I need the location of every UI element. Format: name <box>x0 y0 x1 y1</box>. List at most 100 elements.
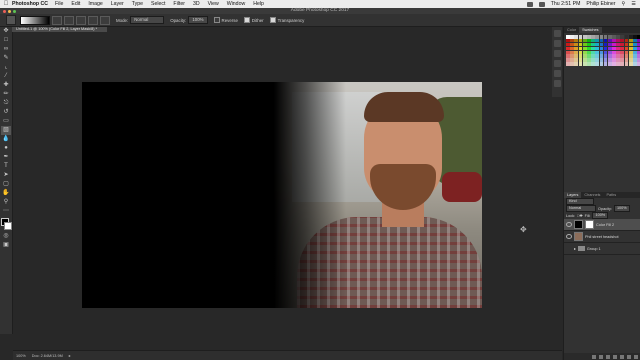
doc-size-info[interactable]: Doc: 2.64M/13.9M <box>32 354 63 358</box>
list-icon[interactable]: ☰ <box>631 1 636 7</box>
brush-tool-icon[interactable]: ✏ <box>1 90 11 99</box>
menu-help[interactable]: Help <box>253 1 264 7</box>
transparency-checkbox[interactable] <box>269 17 276 23</box>
adjustment-layer-icon[interactable] <box>613 354 617 359</box>
new-layer-icon[interactable] <box>627 354 631 359</box>
menubar-user[interactable]: Philip Ebiner <box>586 1 615 7</box>
fx-icon[interactable] <box>599 354 603 359</box>
disclosure-arrow-icon[interactable]: ▸ <box>574 246 576 251</box>
reflected-gradient-button[interactable] <box>88 15 98 25</box>
minimize-window-icon[interactable] <box>8 9 11 13</box>
stamp-tool-icon[interactable]: ⎋ <box>1 99 11 108</box>
menu-view[interactable]: View <box>208 1 219 7</box>
radial-gradient-button[interactable] <box>64 15 74 25</box>
hand-tool-icon[interactable]: ✋ <box>1 189 11 198</box>
more-tools-icon[interactable]: ⋯ <box>1 207 11 216</box>
marquee-tool-icon[interactable]: □ <box>1 36 11 45</box>
angle-gradient-button[interactable] <box>76 15 86 25</box>
swatches-grid[interactable] <box>566 35 640 66</box>
quick-select-tool-icon[interactable]: ✎ <box>1 54 11 63</box>
apple-icon[interactable]:  <box>0 1 12 7</box>
menu-window[interactable]: Window <box>227 1 245 7</box>
crop-tool-icon[interactable]: ⌞ <box>1 63 11 72</box>
lock-icon[interactable]: □✚ <box>577 213 582 218</box>
close-window-icon[interactable] <box>3 9 6 13</box>
menu-filter[interactable]: Filter <box>173 1 185 7</box>
status-arrow-icon[interactable]: ▸ <box>69 353 71 358</box>
rectangle-tool-icon[interactable]: ▢ <box>1 180 11 189</box>
eraser-tool-icon[interactable]: ▭ <box>1 117 11 126</box>
brushes-panel-icon[interactable] <box>553 50 561 57</box>
visibility-eye-icon[interactable] <box>566 222 572 227</box>
menu-layer[interactable]: Layer <box>111 1 124 7</box>
zoom-level[interactable]: 100% <box>16 354 26 358</box>
layer-opacity-field[interactable]: 100% <box>613 205 630 212</box>
layer-row-group[interactable]: ▸ Group 1 <box>564 243 640 255</box>
menu-3d[interactable]: 3D <box>193 1 200 7</box>
gradient-tool-icon[interactable] <box>6 15 16 25</box>
wifi-icon[interactable] <box>526 1 533 7</box>
properties-panel-icon[interactable] <box>553 40 561 47</box>
visibility-eye-icon[interactable] <box>566 234 572 239</box>
trash-icon[interactable] <box>634 354 638 359</box>
layer-row-photo[interactable]: Phil street headshot <box>564 231 640 243</box>
dither-checkbox[interactable] <box>243 17 250 23</box>
new-group-icon[interactable] <box>620 354 624 359</box>
layer-mask-thumbnail[interactable] <box>585 220 594 229</box>
gradient-tool-icon[interactable]: ▧ <box>1 126 11 135</box>
tab-swatches[interactable]: Swatches <box>579 27 602 33</box>
move-tool-icon[interactable]: ✥ <box>1 27 11 36</box>
history-panel-icon[interactable] <box>553 30 561 37</box>
adjustments-panel-icon[interactable] <box>553 70 561 77</box>
menubar-clock[interactable]: Thu 2:51 PM <box>551 1 581 7</box>
blur-tool-icon[interactable]: 💧 <box>1 135 11 144</box>
reverse-checkbox[interactable] <box>213 17 220 23</box>
lasso-tool-icon[interactable]: ∞ <box>1 45 11 54</box>
screen-mode-icon[interactable]: ▣ <box>1 241 11 250</box>
menu-select[interactable]: Select <box>151 1 165 7</box>
menu-edit[interactable]: Edit <box>71 1 80 7</box>
pen-tool-icon[interactable]: ✒ <box>1 153 11 162</box>
path-select-tool-icon[interactable]: ➤ <box>1 171 11 180</box>
mode-dropdown[interactable]: Normal <box>130 16 165 24</box>
layer-row-color-fill[interactable]: Color Fill 2 <box>564 219 640 231</box>
opacity-label: Opacity: <box>170 17 187 23</box>
healing-tool-icon[interactable]: ✚ <box>1 81 11 90</box>
layer-name: Group 1 <box>586 246 601 251</box>
gradient-picker[interactable] <box>20 15 50 25</box>
menu-type[interactable]: Type <box>132 1 143 7</box>
eyedropper-tool-icon[interactable]: ⁄ <box>1 72 11 81</box>
type-tool-icon[interactable]: T <box>1 162 11 171</box>
character-panel-icon[interactable] <box>553 60 561 67</box>
dodge-tool-icon[interactable]: ● <box>1 144 11 153</box>
color-swatches-fg-bg[interactable] <box>1 218 12 230</box>
zoom-tool-icon[interactable]: ⚲ <box>1 198 11 207</box>
mode-label: Mode: <box>116 17 129 23</box>
search-icon[interactable]: ⚲ <box>622 1 626 7</box>
reverse-label: Reverse <box>221 17 238 23</box>
layer-name: Phil street headshot <box>585 234 619 239</box>
menu-file[interactable]: File <box>55 1 63 7</box>
diamond-gradient-button[interactable] <box>100 15 110 25</box>
linear-gradient-button[interactable] <box>52 15 62 25</box>
filter-kind-dropdown[interactable]: Kind <box>566 198 594 205</box>
zoom-window-icon[interactable] <box>13 9 16 13</box>
blend-mode-dropdown[interactable]: Normal <box>566 205 596 212</box>
layer-fill-field[interactable]: 100% <box>592 212 609 219</box>
menu-bar:  Photoshop CC File Edit Image Layer Typ… <box>0 0 640 8</box>
dither-label: Dither <box>251 17 264 23</box>
link-layers-icon[interactable] <box>592 354 596 359</box>
libraries-panel-icon[interactable] <box>553 80 561 87</box>
add-mask-icon[interactable] <box>606 354 610 359</box>
menu-app-name[interactable]: Photoshop CC <box>12 1 48 7</box>
opacity-field[interactable]: 100% <box>188 16 208 24</box>
tab-color[interactable]: Color <box>564 27 579 33</box>
tab-paths[interactable]: Paths <box>603 192 619 198</box>
document-canvas[interactable] <box>82 82 482 308</box>
background-color[interactable] <box>4 222 12 230</box>
quick-mask-icon[interactable]: ◎ <box>1 232 11 241</box>
history-brush-tool-icon[interactable]: ↺ <box>1 108 11 117</box>
menu-image[interactable]: Image <box>88 1 102 7</box>
layers-panel: Layers Channels Paths Kind Normal Opacit… <box>564 192 640 255</box>
battery-icon[interactable] <box>538 1 545 7</box>
